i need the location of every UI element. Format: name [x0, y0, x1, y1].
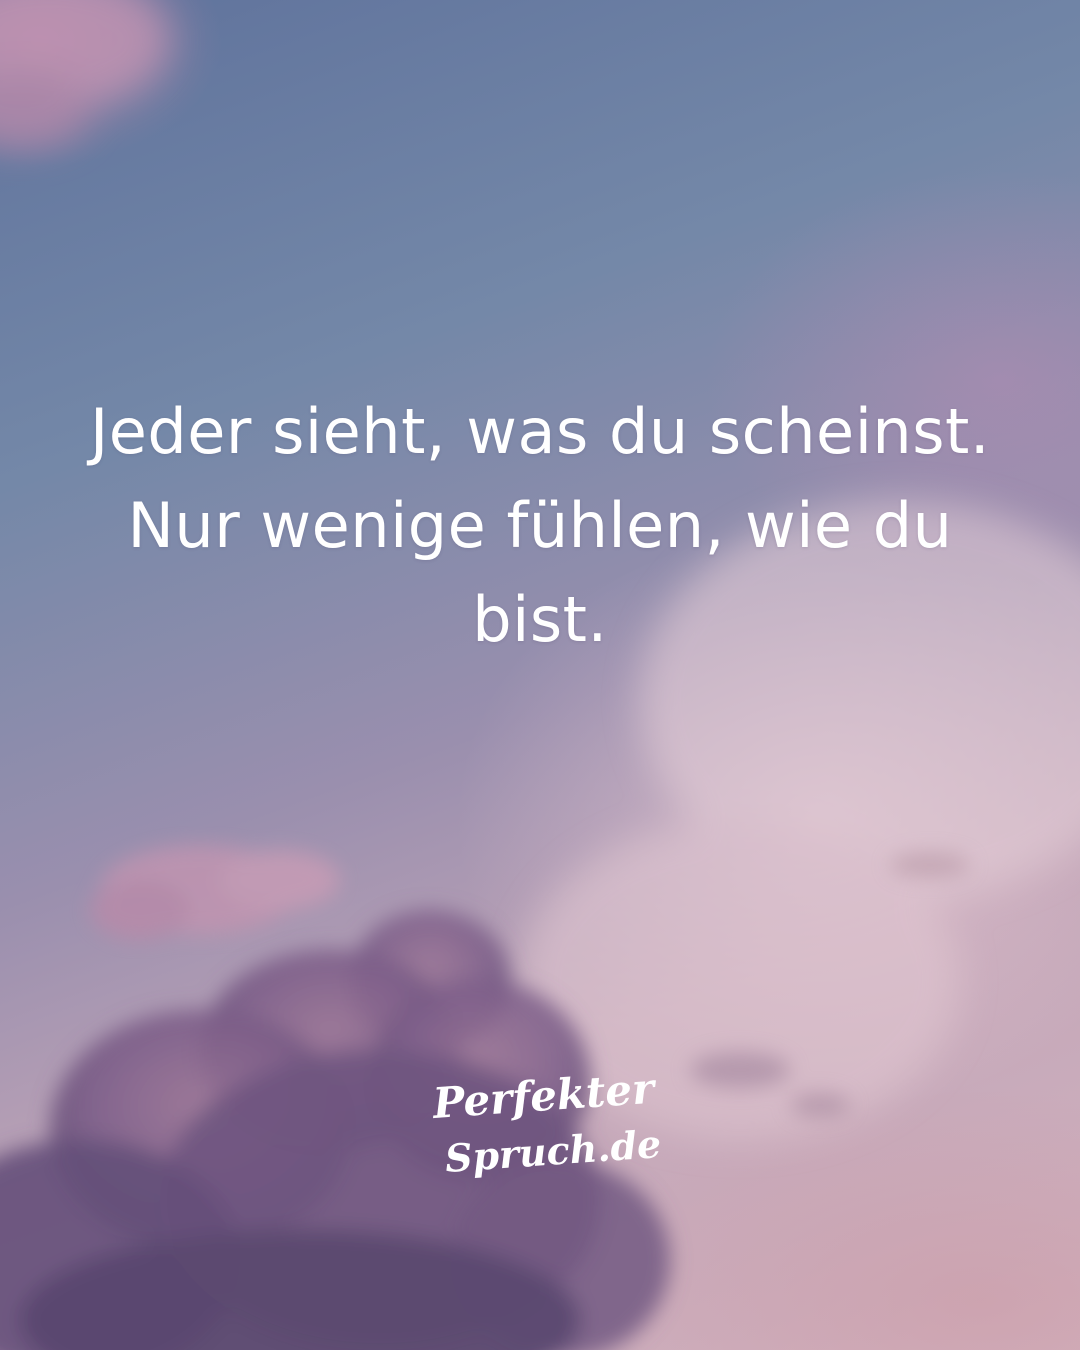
perfekter-spruch-logo: Perfekter Spruch.de	[430, 1068, 662, 1181]
quote-line-2: Nur wenige fühlen, wie du	[127, 489, 953, 562]
logo-line-1: Perfekter	[430, 1068, 658, 1128]
quote-line-1: Jeder sieht, was du scheinst.	[89, 395, 991, 468]
quote-image: Jeder sieht, was du scheinst. Nur wenige…	[0, 0, 1080, 1350]
cloud-top-left	[0, 0, 170, 150]
logo-line-2: Spruch.de	[443, 1121, 662, 1181]
cloud-pink-left	[90, 845, 340, 940]
quote-text: Jeder sieht, was du scheinst. Nur wenige…	[70, 385, 1010, 667]
quote-line-3: bist.	[472, 583, 608, 656]
